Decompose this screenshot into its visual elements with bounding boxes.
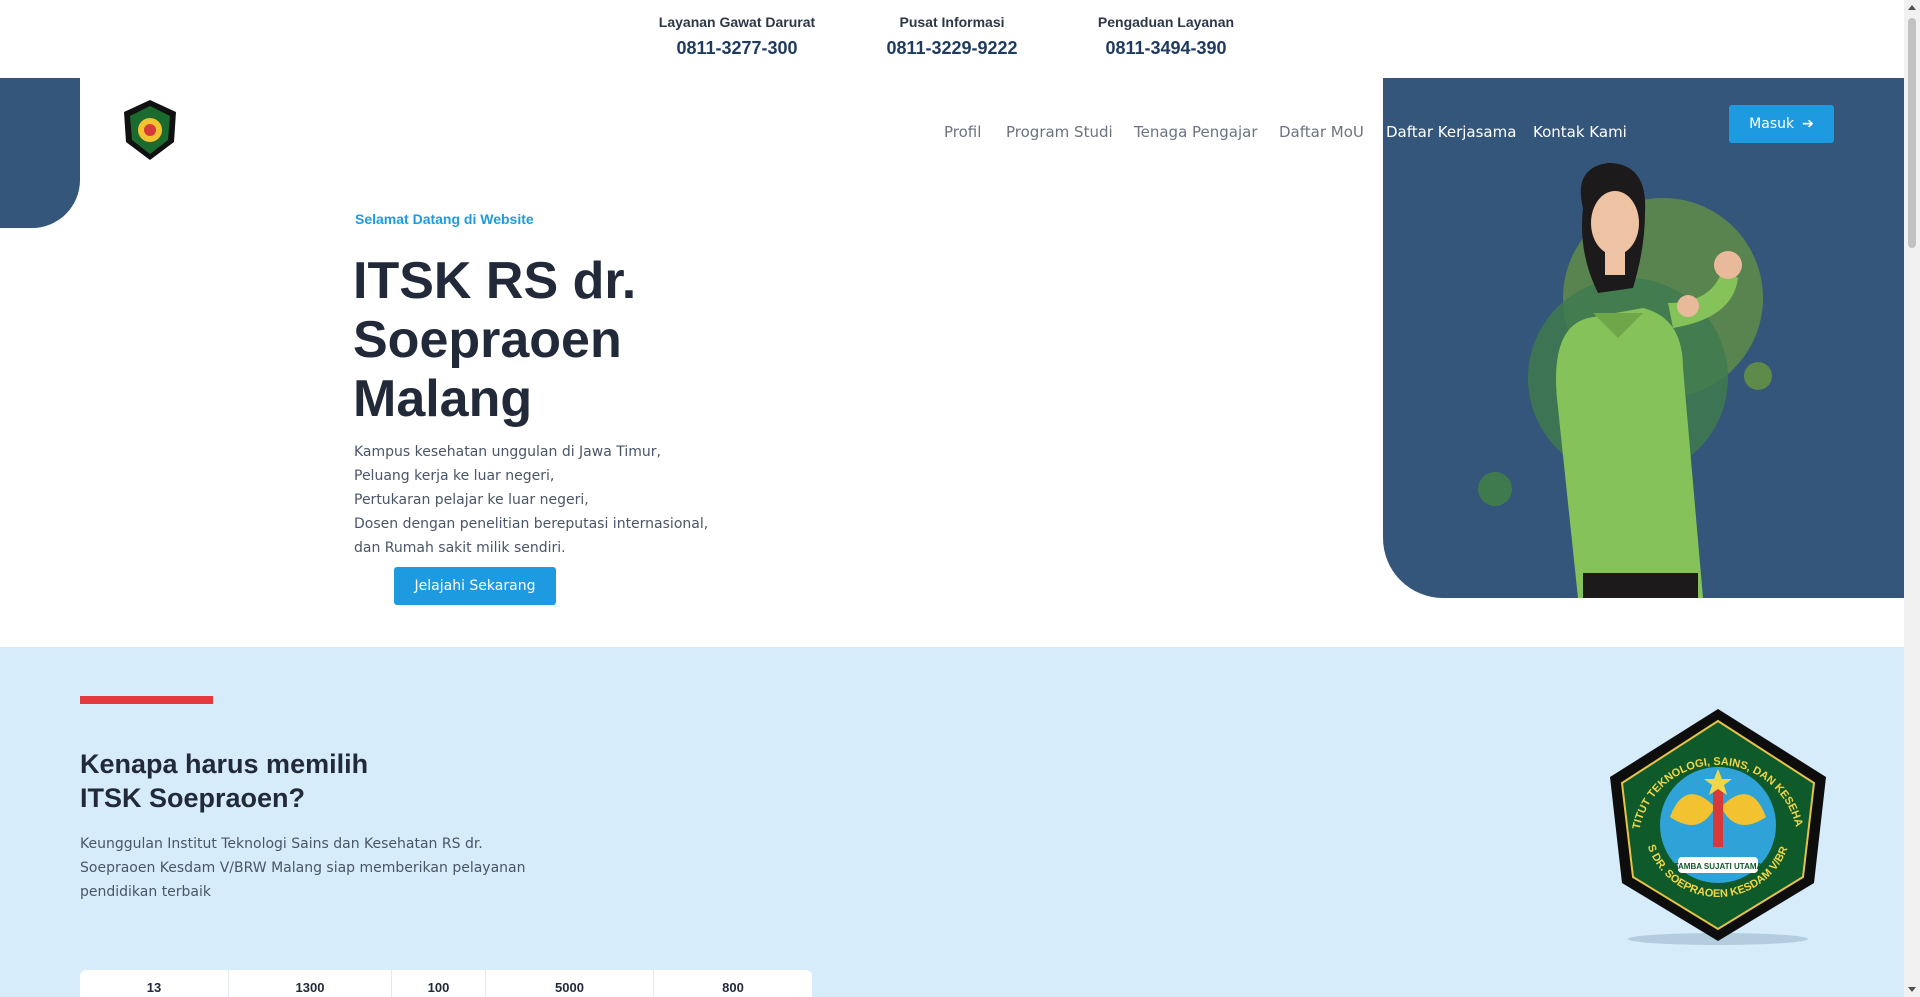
page-title: ITSK RS dr. Soepraoen Malang [353, 252, 637, 428]
why-description: Keunggulan Institut Teknologi Sains dan … [80, 836, 526, 900]
contact-label: Pusat Informasi [899, 14, 1005, 30]
login-button[interactable]: Masuk ➔ [1729, 105, 1834, 143]
contact-label: Pengaduan Layanan [1097, 14, 1235, 30]
contact-complaints: Pengaduan Layanan 0811-3494-390 [1066, 14, 1266, 59]
contact-number[interactable]: 0811-3494-390 [1066, 38, 1266, 59]
arrow-right-icon: ➔ [1802, 116, 1814, 132]
scroll-up-icon[interactable] [1908, 5, 1916, 10]
why-title-line: Kenapa harus memilih [80, 749, 369, 779]
scroll-thumb[interactable] [1908, 18, 1916, 248]
hero-description-line: Kampus kesehatan unggulan di Jawa Timur, [354, 444, 661, 460]
hero-description: Kampus kesehatan unggulan di Jawa Timur,… [354, 440, 774, 560]
stat-value: 13 [80, 970, 229, 997]
stat-value: 100 [392, 970, 486, 997]
contact-emergency: Layanan Gawat Darurat 0811-3277-300 [637, 14, 837, 59]
contact-information: Pusat Informasi 0811-3229-9222 [852, 14, 1052, 59]
institution-emblem: INSTITUT TEKNOLOGI, SAINS, DAN KESEHATAN… [1600, 707, 1826, 945]
emblem-motto: TAMBA SUJATI UTAMA [1674, 862, 1763, 871]
nav-daftar-kerjasama[interactable]: Daftar Kerjasama [1386, 123, 1516, 141]
contact-number[interactable]: 0811-3277-300 [637, 38, 837, 59]
section-accent-bar [80, 696, 213, 704]
site-logo[interactable] [120, 98, 180, 162]
why-section: Kenapa harus memilih ITSK Soepraoen? Keu… [0, 647, 1904, 997]
stat-value: 5000 [486, 970, 654, 997]
scroll-down-icon[interactable] [1908, 987, 1916, 992]
hero-description-line: dan Rumah sakit milik sendiri. [354, 540, 566, 556]
nav-program-studi[interactable]: Program Studi [1006, 123, 1113, 141]
contact-label: Layanan Gawat Darurat [658, 14, 816, 30]
hero-description-line: Dosen dengan penelitian bereputasi inter… [354, 516, 709, 532]
explore-button[interactable]: Jelajahi Sekarang [394, 567, 556, 605]
hero-description-line: Pertukaran pelajar ke luar negeri, [354, 492, 589, 508]
hero-image-panel [1383, 78, 1904, 598]
page-scrollbar[interactable] [1904, 0, 1920, 997]
nav-tenaga-pengajar[interactable]: Tenaga Pengajar [1134, 123, 1258, 141]
stats-bar: 13 1300 100 5000 800 [80, 970, 812, 997]
contact-number[interactable]: 0811-3229-9222 [852, 38, 1052, 59]
decorative-corner [0, 78, 80, 228]
stat-value: 1300 [229, 970, 392, 997]
why-title: Kenapa harus memilih ITSK Soepraoen? [80, 747, 480, 815]
login-label: Masuk [1749, 116, 1795, 132]
stat-value: 800 [722, 980, 744, 995]
nav-daftar-mou[interactable]: Daftar MoU [1279, 123, 1364, 141]
page: Layanan Gawat Darurat 0811-3277-300 Pusa… [0, 0, 1920, 997]
nav-profil[interactable]: Profil [944, 123, 981, 141]
welcome-text: Selamat Datang di Website [355, 211, 534, 227]
student-photo [1478, 163, 1772, 598]
why-title-line: ITSK Soepraoen? [80, 783, 306, 813]
nav-kontak-kami[interactable]: Kontak Kami [1533, 123, 1627, 141]
hero-description-line: Peluang kerja ke luar negeri, [354, 468, 555, 484]
